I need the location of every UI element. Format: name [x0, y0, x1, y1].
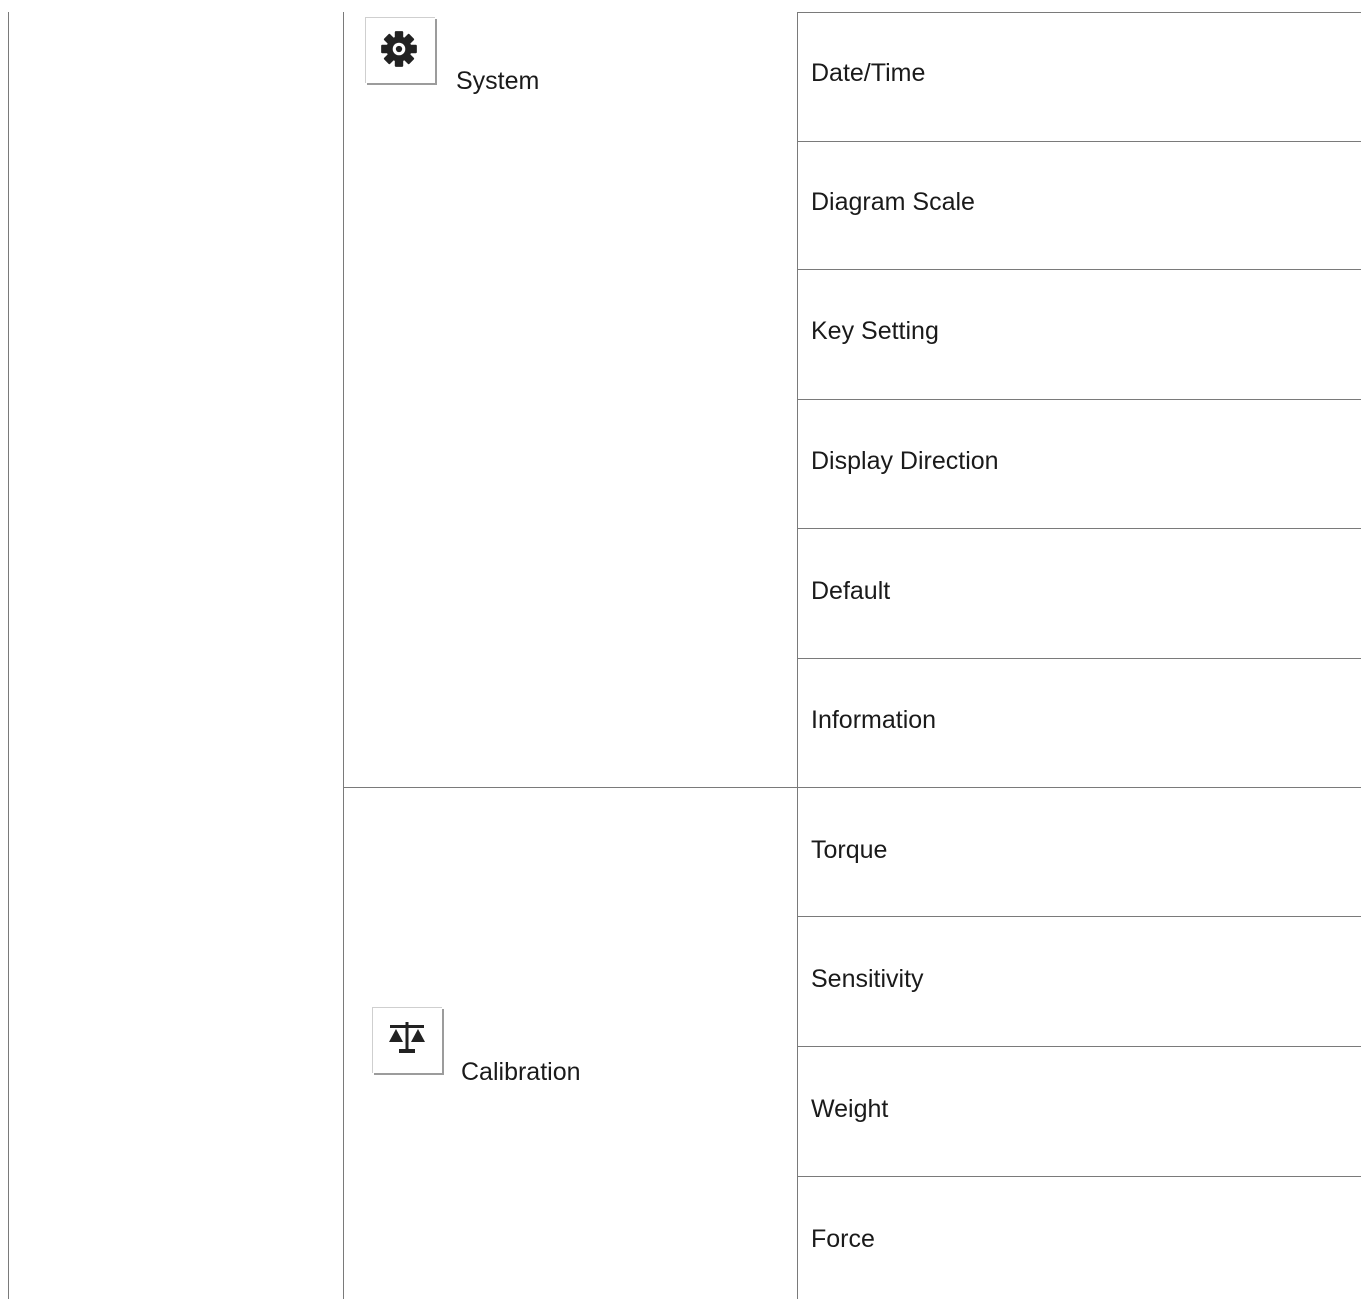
row-top-border [797, 12, 1361, 13]
menu-item-default[interactable]: Default [811, 576, 890, 606]
category-label-system: System [456, 67, 540, 95]
row-divider [797, 528, 1361, 529]
system-icon-box [365, 17, 435, 83]
row-divider [797, 658, 1361, 659]
menu-item-torque[interactable]: Torque [811, 835, 887, 865]
row-divider [797, 1046, 1361, 1047]
menu-item-information[interactable]: Information [811, 705, 936, 735]
gear-icon [381, 31, 417, 67]
row-divider [797, 916, 1361, 917]
menu-item-display-direction[interactable]: Display Direction [811, 446, 999, 476]
menu-item-date-time[interactable]: Date/Time [811, 58, 925, 88]
menu-item-key-setting[interactable]: Key Setting [811, 316, 939, 346]
row-divider [797, 141, 1361, 142]
menu-item-weight[interactable]: Weight [811, 1094, 888, 1124]
row-divider [797, 269, 1361, 270]
category-label-calibration: Calibration [461, 1058, 581, 1086]
row-divider [797, 1176, 1361, 1177]
table-left-border [8, 12, 9, 1299]
calibration-icon-box [372, 1007, 442, 1073]
menu-item-diagram-scale[interactable]: Diagram Scale [811, 187, 975, 217]
menu-item-sensitivity[interactable]: Sensitivity [811, 964, 924, 994]
table-column-divider-2 [797, 12, 798, 1299]
balance-scale-icon [389, 1022, 425, 1053]
row-divider [797, 399, 1361, 400]
table-column-divider-1 [343, 12, 344, 1299]
menu-item-force[interactable]: Force [811, 1224, 875, 1254]
section-divider [343, 787, 1361, 788]
